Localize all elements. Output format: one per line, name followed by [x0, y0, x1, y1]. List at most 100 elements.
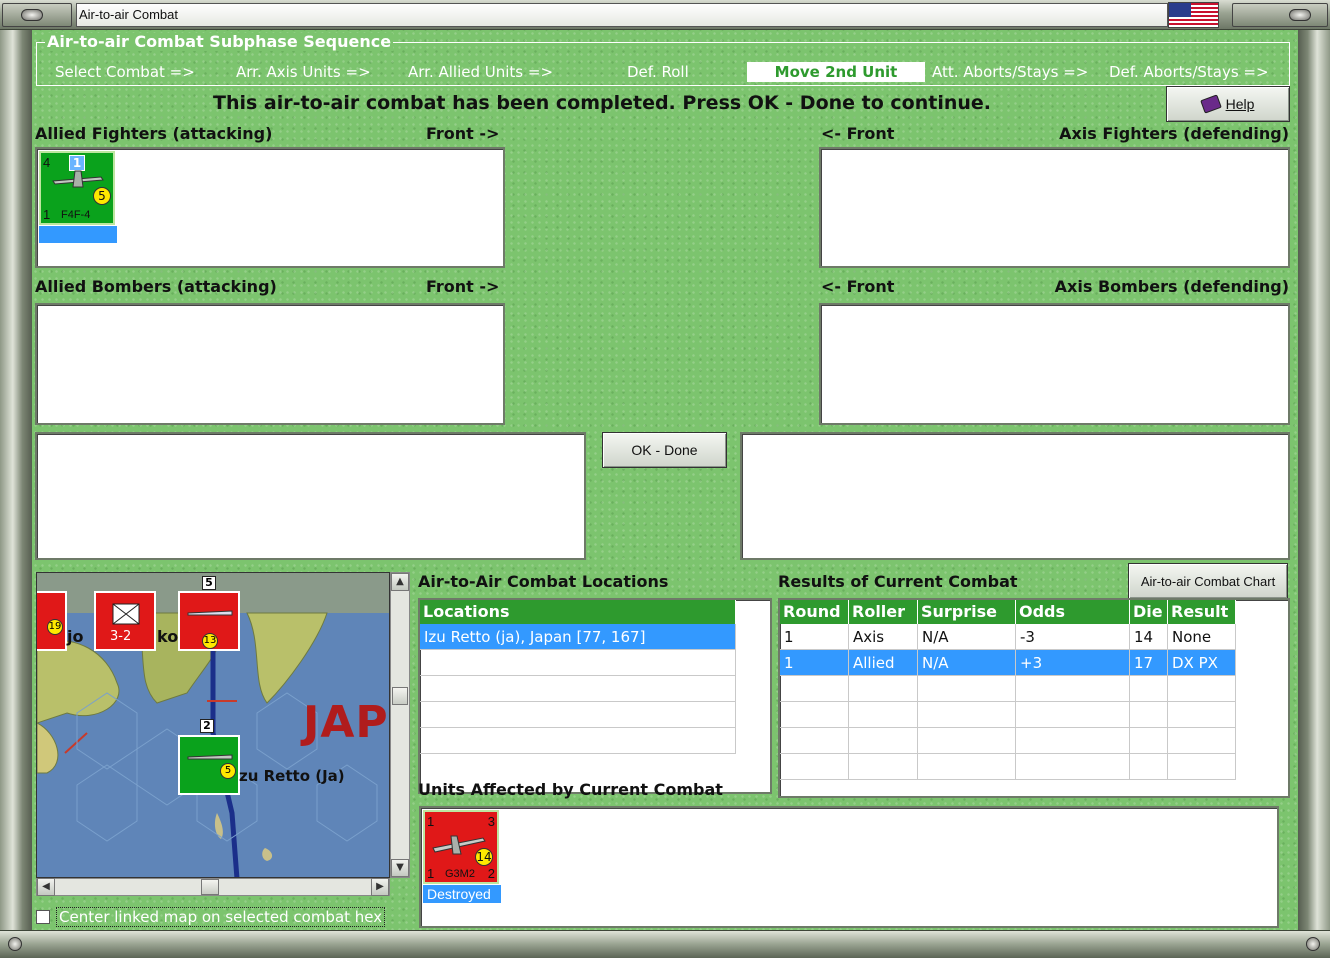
scroll-up-icon[interactable]: ▲ [391, 573, 409, 591]
affected-unit-counter[interactable]: 1 3 14 1 2 G3M2 [423, 810, 499, 884]
allied-bombers-box[interactable] [35, 303, 505, 425]
map-place-label: zu Retto (Ja) [239, 767, 345, 785]
result-cell[interactable]: Axis [849, 624, 918, 650]
map-unit-value: 3-2 [110, 629, 132, 644]
col-odds: Odds [1016, 600, 1130, 624]
map-axis-counter[interactable]: 3-2 [94, 591, 156, 651]
sequence-title: Air-to-air Combat Subphase Sequence [45, 32, 394, 51]
result-cell[interactable]: 1 [780, 624, 849, 650]
window-close-button[interactable] [1232, 3, 1328, 27]
allied-bombers-front: Front -> [426, 277, 500, 296]
allied-bombers-label: Allied Bombers (attacking) [35, 277, 277, 296]
result-cell[interactable]: 14 [1130, 624, 1168, 650]
center-map-checkbox[interactable] [36, 910, 50, 924]
col-round: Round [780, 600, 849, 624]
step-att-aborts: Att. Aborts/Stays => [932, 63, 1089, 81]
allied-fighters-front: Front -> [426, 124, 500, 143]
axis-fighters-box[interactable] [819, 147, 1290, 268]
empty-cell [1016, 754, 1130, 780]
locations-header: Locations [420, 600, 736, 624]
location-row-empty [420, 650, 736, 676]
map-hex-count: 5 [202, 576, 216, 590]
empty-cell [918, 728, 1016, 754]
center-map-label: Center linked map on selected combat hex [56, 907, 386, 927]
result-cell[interactable]: +3 [1016, 650, 1130, 676]
affected-units-box[interactable]: 1 3 14 1 2 G3M2 Destroyed [419, 806, 1279, 928]
location-row[interactable]: Izu Retto (ja), Japan [77, 167] [420, 624, 736, 650]
counter-bottom-right: 2 [487, 866, 495, 881]
counter-top-right: 3 [487, 814, 495, 829]
map-hex-count: 2 [200, 719, 214, 733]
frame-bottom [0, 930, 1330, 958]
affected-title: Units Affected by Current Combat [418, 780, 723, 799]
allied-message-box [35, 432, 586, 560]
counter-model: G3M2 [445, 868, 475, 880]
col-die: Die [1130, 600, 1168, 624]
empty-cell [1130, 728, 1168, 754]
step-move-2nd-unit: Move 2nd Unit [747, 62, 925, 82]
counter-strength: 5 [93, 187, 111, 205]
empty-cell [1130, 676, 1168, 702]
plane-icon [187, 610, 233, 616]
infantry-icon [112, 603, 140, 625]
result-cell[interactable]: N/A [918, 624, 1016, 650]
allied-fighter-counter[interactable]: 4 1 5 1 F4F-4 [39, 151, 115, 225]
air-combat-panel: Air-to-air Combat Subphase Sequence Sele… [32, 30, 1298, 930]
location-row-empty [420, 676, 736, 702]
result-cell[interactable]: 1 [780, 650, 849, 676]
location-row-empty [420, 702, 736, 728]
result-cell[interactable]: Allied [849, 650, 918, 676]
step-def-roll: Def. Roll [627, 63, 689, 81]
step-arr-allied: Arr. Allied Units => [408, 63, 554, 81]
map-region-label: JAP [303, 697, 389, 748]
scroll-thumb[interactable] [392, 687, 408, 705]
frame-left [0, 30, 32, 958]
axis-fighters-label: Axis Fighters (defending) [1059, 124, 1289, 143]
center-map-option[interactable]: Center linked map on selected combat hex [36, 906, 414, 928]
status-message: This air-to-air combat has been complete… [213, 92, 991, 114]
map-axis-counter[interactable]: 13 [178, 591, 240, 651]
result-cell[interactable]: 17 [1130, 650, 1168, 676]
map-unit-value: 13 [202, 633, 218, 649]
locations-list[interactable]: Locations Izu Retto (ja), Japan [77, 167… [418, 598, 772, 794]
rivet-icon [8, 937, 22, 951]
results-table[interactable]: Round Roller Surprise Odds Die Result 1 … [778, 598, 1290, 798]
map-horizontal-scrollbar[interactable]: ◀ ▶ [36, 878, 390, 896]
window-menu-button[interactable] [2, 3, 72, 27]
subphase-sequence: Air-to-air Combat Subphase Sequence Sele… [36, 33, 1290, 86]
col-surprise: Surprise [918, 600, 1016, 624]
result-cell[interactable]: DX PX [1168, 650, 1236, 676]
linked-map[interactable]: 19 3-2 13 5 jo ko JAP 2 5 zu Retto (Ja) [36, 572, 390, 878]
scroll-down-icon[interactable]: ▼ [391, 859, 409, 877]
empty-cell [918, 702, 1016, 728]
empty-cell [849, 702, 918, 728]
help-button[interactable]: Help [1166, 86, 1290, 122]
empty-cell [780, 754, 849, 780]
air-combat-chart-button[interactable]: Air-to-air Combat Chart [1128, 563, 1288, 599]
empty-cell [918, 754, 1016, 780]
result-cell[interactable]: -3 [1016, 624, 1130, 650]
scroll-thumb[interactable] [201, 879, 219, 895]
map-allied-counter[interactable]: 5 [178, 735, 240, 795]
ok-done-button[interactable]: OK - Done [602, 432, 727, 468]
empty-cell [1168, 676, 1236, 702]
step-def-aborts: Def. Aborts/Stays => [1109, 63, 1269, 81]
map-text-fragment: ko [157, 627, 179, 646]
result-cell[interactable]: N/A [918, 650, 1016, 676]
allied-fighters-box[interactable]: 4 1 5 1 F4F-4 [35, 147, 505, 268]
location-row-empty [420, 728, 736, 754]
us-flag-icon [1168, 2, 1219, 28]
unit-status: Destroyed [423, 885, 501, 903]
axis-bombers-box[interactable] [819, 303, 1290, 425]
axis-message-box [740, 432, 1290, 560]
locations-title: Air-to-Air Combat Locations [418, 572, 669, 591]
map-vertical-scrollbar[interactable]: ▲ ▼ [390, 572, 410, 878]
scroll-left-icon[interactable]: ◀ [37, 878, 55, 896]
axis-bombers-front: <- Front [821, 277, 895, 296]
result-cell[interactable]: None [1168, 624, 1236, 650]
empty-cell [849, 728, 918, 754]
scroll-right-icon[interactable]: ▶ [371, 878, 389, 896]
empty-cell [780, 728, 849, 754]
col-roller: Roller [849, 600, 918, 624]
map-axis-counter[interactable]: 19 [37, 591, 67, 651]
